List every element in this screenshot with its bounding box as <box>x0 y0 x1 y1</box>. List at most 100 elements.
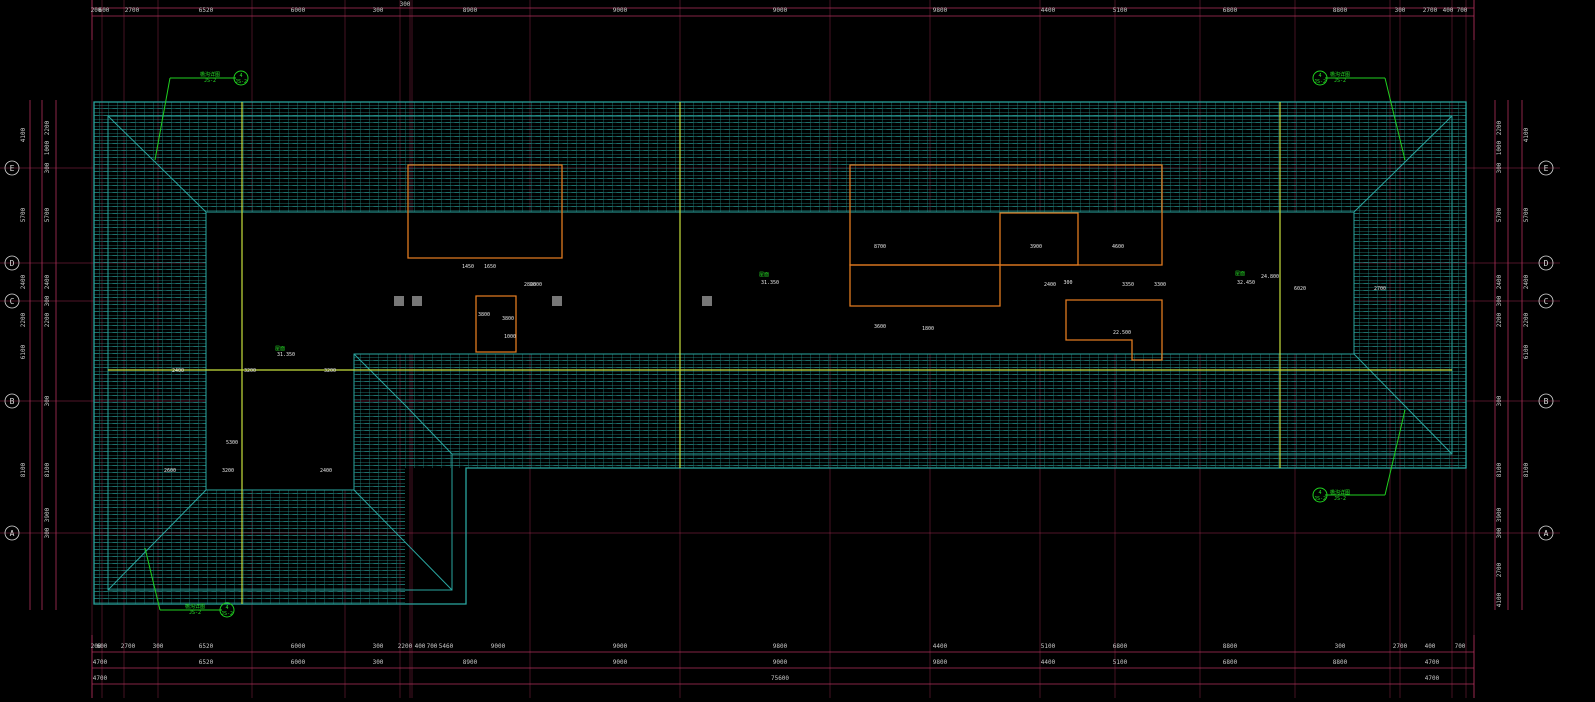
left-dim-value: 2400 <box>44 274 51 289</box>
cad-drawing-canvas[interactable]: 200 600 2700 6520 6000 300 8900 9000 9000 9800 440… <box>0 0 1595 698</box>
callout-sheet: JS-2 <box>189 610 201 616</box>
callout-title: 檐沟详图 <box>185 603 205 610</box>
left-dim-value: 300 <box>44 527 51 538</box>
left-dim-value: 1000 <box>44 140 51 155</box>
interior-dim-value: 3350 <box>1122 282 1134 288</box>
interior-dim-value: 3900 <box>1030 244 1042 250</box>
roof-tiles <box>94 102 1466 604</box>
interior-dim-value: 1000 <box>504 334 516 340</box>
bottom-dim-value: 6000 <box>291 643 306 650</box>
right-dim-value: 1000 <box>1496 140 1503 155</box>
right-dim-value: 5700 <box>1523 207 1530 222</box>
bottom-dim-value: 4400 <box>933 643 948 650</box>
bottom-dim-value: 9000 <box>773 659 788 666</box>
bottom-dim-value: 9800 <box>933 659 948 666</box>
level-mark: 24.800 <box>1261 274 1279 280</box>
top-dimension-lines <box>91 0 1475 40</box>
axis-label-right: D <box>1544 259 1549 268</box>
left-dim-value: 2200 <box>44 120 51 135</box>
bottom-dim-value: 600 <box>97 643 108 650</box>
interior-dim-value: 3200 <box>222 468 234 474</box>
right-dim-value: 3900 <box>1496 507 1503 522</box>
bottom-dim-value: 2700 <box>1393 643 1408 650</box>
callout-sheet: JS-2 <box>204 78 216 84</box>
top-dim-value: 9000 <box>613 7 628 14</box>
bottom-dim-value: 6800 <box>1113 643 1128 650</box>
left-dim-value: 6100 <box>20 344 27 359</box>
right-dim-value: 4100 <box>1523 127 1530 142</box>
left-dim-value: 2400 <box>20 274 27 289</box>
bottom-dim-value: 400 <box>415 643 426 650</box>
left-dim-value: 5700 <box>44 207 51 222</box>
left-dim-value: 300 <box>44 162 51 173</box>
callout-sheet: JS-2 <box>1334 496 1346 502</box>
bottom-dimension-text: 200600 2700 300 6520 6000 300 2200 400 700 5460 90… <box>91 643 1466 682</box>
top-dim-value: 8800 <box>1333 7 1348 14</box>
left-dimension-lines <box>29 100 57 610</box>
interior-dim-value: 3600 <box>874 324 886 330</box>
left-dim-value: 3900 <box>44 507 51 522</box>
axis-label-right: C <box>1544 297 1549 306</box>
top-dim-value: 5100 <box>1113 7 1128 14</box>
bottom-dim-value: 5100 <box>1113 659 1128 666</box>
roof-plan-drawing: 200600 2700 6520 6000 300 8900 9000 9000 9800 440… <box>0 0 1560 698</box>
left-dim-value: 2200 <box>44 312 51 327</box>
right-dim-value: 4100 <box>1496 592 1503 607</box>
right-dim-value: 8100 <box>1496 462 1503 477</box>
right-dim-value: 2400 <box>1496 274 1503 289</box>
top-dim-value: 300 <box>373 7 384 14</box>
top-dim-value: 6000 <box>291 7 306 14</box>
bottom-dim-value: 300 <box>373 659 384 666</box>
top-dim-value: 700 <box>1457 7 1468 14</box>
top-dim-value: 300 <box>1395 7 1406 14</box>
interior-dim-value: 4600 <box>1112 244 1124 250</box>
interior-dim-value: 1800 <box>922 326 934 332</box>
top-dim-value: 9800 <box>933 7 948 14</box>
axis-label-left: D <box>10 259 15 268</box>
right-dim-value: 300 <box>1496 295 1503 306</box>
top-dim-value: 9000 <box>773 7 788 14</box>
left-dim-value: 2200 <box>20 312 27 327</box>
interior-dim-value: 3800 <box>478 312 490 318</box>
top-dim-value: 400 <box>1443 7 1454 14</box>
callout-title: 檐沟详图 <box>1330 71 1350 78</box>
bottom-dim-value: 6520 <box>199 643 214 650</box>
callout-title: 檐沟详图 <box>1330 489 1350 496</box>
bottom-dim-value: 700 <box>427 643 438 650</box>
interior-dim-value: 2600 <box>164 468 176 474</box>
right-dim-value: 6100 <box>1523 344 1530 359</box>
right-dim-value: 300 <box>1496 395 1503 406</box>
bottom-dim-value: 300 <box>1335 643 1346 650</box>
top-dim-value: 300 <box>400 1 411 8</box>
axis-label-right: E <box>1544 164 1549 173</box>
left-dim-value: 5700 <box>20 207 27 222</box>
left-dim-value: 8100 <box>44 462 51 477</box>
bottom-dim-value: 6800 <box>1223 659 1238 666</box>
axis-label-right: B <box>1544 397 1549 406</box>
bottom-dim-value: 9000 <box>613 643 628 650</box>
level-mark: 31.350 <box>277 352 295 358</box>
bottom-dim-value: 8800 <box>1223 643 1238 650</box>
top-dim-value: 600 <box>99 7 110 14</box>
bottom-dim-value: 300 <box>153 643 164 650</box>
right-dim-value: 2200 <box>1496 120 1503 135</box>
right-dim-value: 5700 <box>1496 207 1503 222</box>
right-dim-value: 300 <box>1496 527 1503 538</box>
bottom-dim-value: 6520 <box>199 659 214 666</box>
interior-dim-value: 3200 <box>244 368 256 374</box>
top-dim-value: 2700 <box>125 7 140 14</box>
interior-dim-value: 2400 <box>172 368 184 374</box>
bottom-dim-value: 8800 <box>1333 659 1348 666</box>
bottom-dim-value: 4700 <box>1425 659 1440 666</box>
axis-label-left: B <box>10 397 15 406</box>
callout-sheet-ref: JS-2 <box>221 611 233 617</box>
bottom-dim-value: 400 <box>1425 643 1436 650</box>
left-dim-value: 8100 <box>20 462 27 477</box>
left-dim-value: 300 <box>44 295 51 306</box>
bottom-dim-value: 9000 <box>613 659 628 666</box>
bottom-dim-value: 8900 <box>463 659 478 666</box>
left-dim-value: 4100 <box>20 127 27 142</box>
bottom-dim-value: 5460 <box>439 643 454 650</box>
axis-label-left: C <box>10 297 15 306</box>
top-dim-value: 8900 <box>463 7 478 14</box>
